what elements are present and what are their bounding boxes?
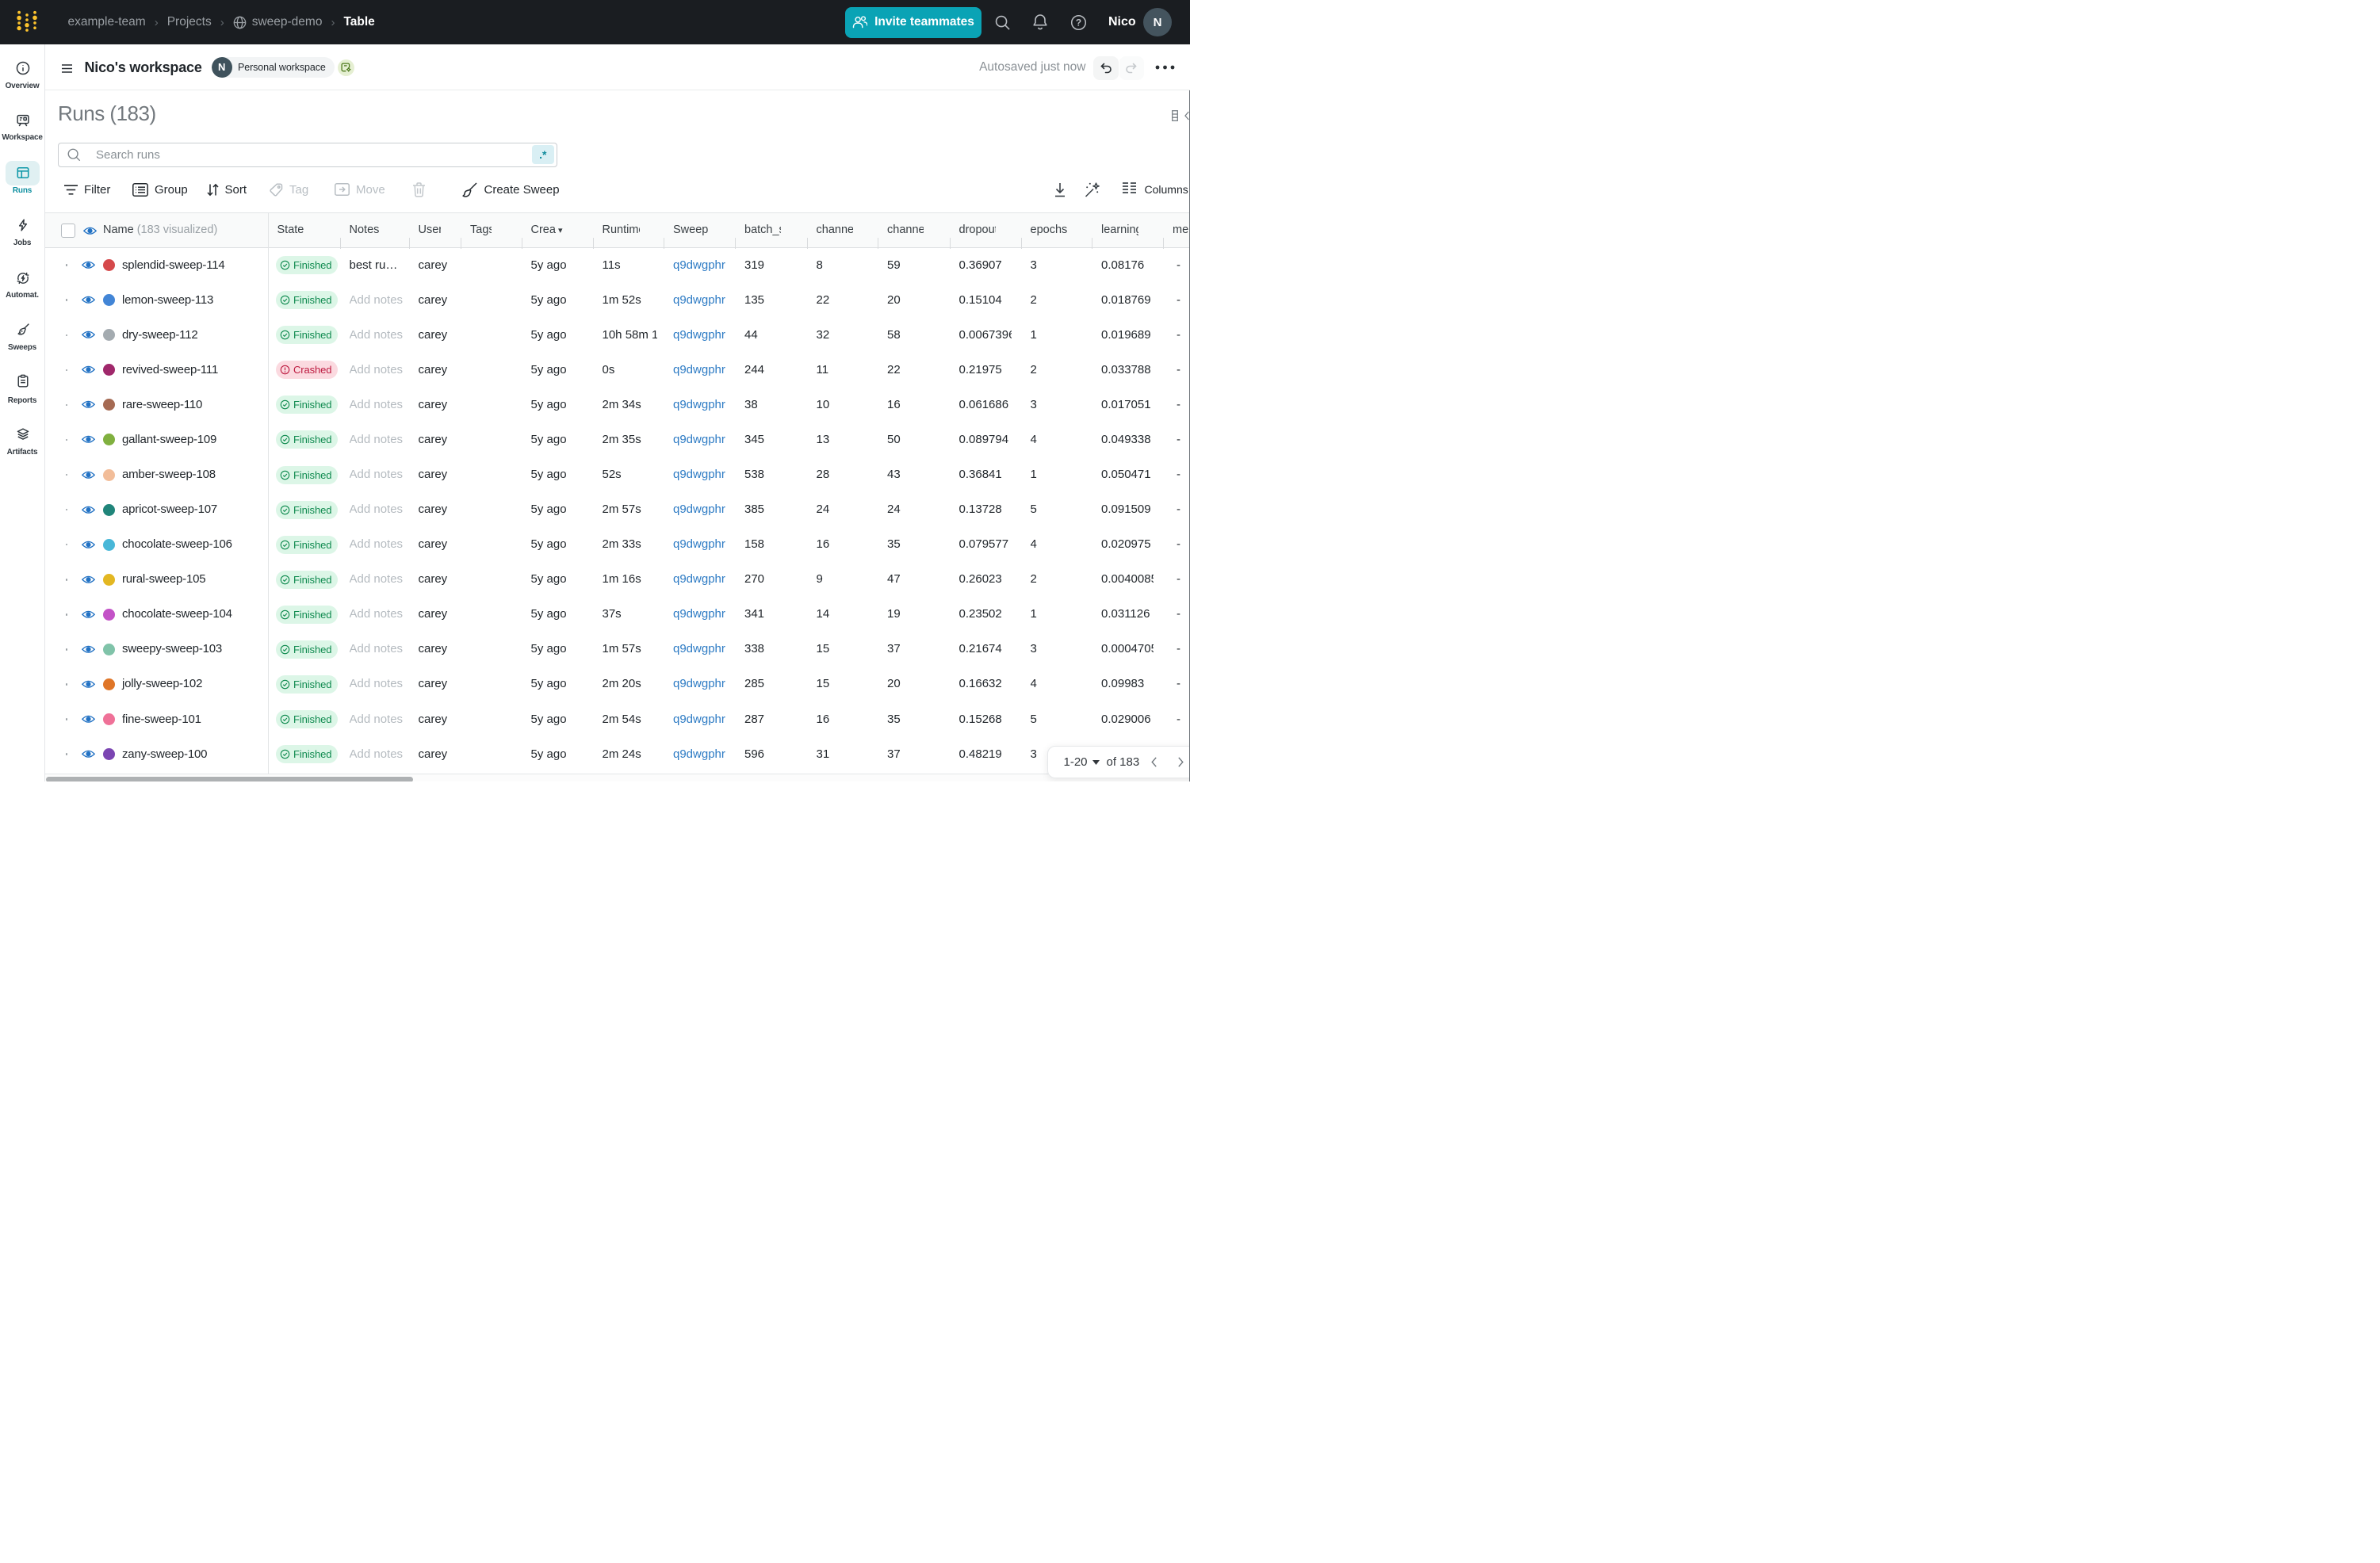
svg-text:?: ? (1076, 17, 1081, 28)
